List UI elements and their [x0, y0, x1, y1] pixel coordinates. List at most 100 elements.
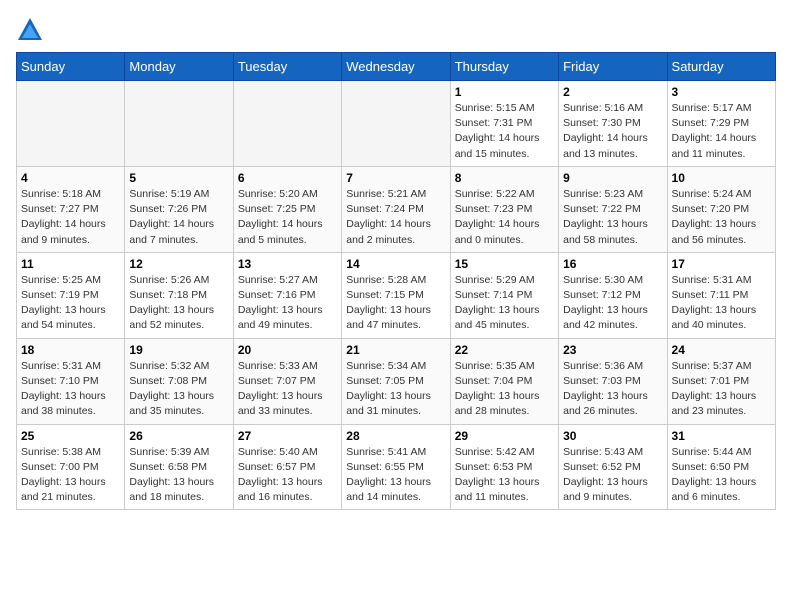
calendar-week-row: 25 Sunrise: 5:38 AM Sunset: 7:00 PM Dayli…: [17, 424, 776, 510]
day-number: 29: [455, 429, 554, 443]
day-number: 6: [238, 171, 337, 185]
day-number: 22: [455, 343, 554, 357]
day-number: 2: [563, 85, 662, 99]
calendar-cell: 4 Sunrise: 5:18 AM Sunset: 7:27 PM Daylig…: [17, 166, 125, 252]
calendar-cell: 24 Sunrise: 5:37 AM Sunset: 7:01 PM Dayli…: [667, 338, 775, 424]
day-number: 13: [238, 257, 337, 271]
calendar-cell: 17 Sunrise: 5:31 AM Sunset: 7:11 PM Dayli…: [667, 252, 775, 338]
calendar-cell: 11 Sunrise: 5:25 AM Sunset: 7:19 PM Dayli…: [17, 252, 125, 338]
calendar-cell: 22 Sunrise: 5:35 AM Sunset: 7:04 PM Dayli…: [450, 338, 558, 424]
logo-icon: [16, 16, 44, 44]
day-number: 25: [21, 429, 120, 443]
calendar-cell: 30 Sunrise: 5:43 AM Sunset: 6:52 PM Dayli…: [559, 424, 667, 510]
calendar-day-header: Saturday: [667, 53, 775, 81]
calendar-cell: [17, 81, 125, 167]
calendar-cell: 23 Sunrise: 5:36 AM Sunset: 7:03 PM Dayli…: [559, 338, 667, 424]
day-number: 16: [563, 257, 662, 271]
calendar-cell: 20 Sunrise: 5:33 AM Sunset: 7:07 PM Dayli…: [233, 338, 341, 424]
calendar-cell: 26 Sunrise: 5:39 AM Sunset: 6:58 PM Dayli…: [125, 424, 233, 510]
calendar-cell: 18 Sunrise: 5:31 AM Sunset: 7:10 PM Dayli…: [17, 338, 125, 424]
day-info: Sunrise: 5:40 AM Sunset: 6:57 PM Dayligh…: [238, 445, 337, 506]
day-number: 15: [455, 257, 554, 271]
calendar-cell: 21 Sunrise: 5:34 AM Sunset: 7:05 PM Dayli…: [342, 338, 450, 424]
day-info: Sunrise: 5:33 AM Sunset: 7:07 PM Dayligh…: [238, 359, 337, 420]
day-number: 20: [238, 343, 337, 357]
day-number: 11: [21, 257, 120, 271]
day-info: Sunrise: 5:22 AM Sunset: 7:23 PM Dayligh…: [455, 187, 554, 248]
day-number: 18: [21, 343, 120, 357]
day-info: Sunrise: 5:23 AM Sunset: 7:22 PM Dayligh…: [563, 187, 662, 248]
day-info: Sunrise: 5:41 AM Sunset: 6:55 PM Dayligh…: [346, 445, 445, 506]
day-info: Sunrise: 5:43 AM Sunset: 6:52 PM Dayligh…: [563, 445, 662, 506]
calendar-cell: 12Sunrise: 5:26 AM Sunset: 7:18 PM Dayli…: [125, 252, 233, 338]
calendar-cell: 6Sunrise: 5:20 AM Sunset: 7:25 PM Daylig…: [233, 166, 341, 252]
day-number: 23: [563, 343, 662, 357]
calendar-cell: 16Sunrise: 5:30 AM Sunset: 7:12 PM Dayli…: [559, 252, 667, 338]
calendar-cell: 8 Sunrise: 5:22 AM Sunset: 7:23 PM Daylig…: [450, 166, 558, 252]
day-info: Sunrise: 5:34 AM Sunset: 7:05 PM Dayligh…: [346, 359, 445, 420]
calendar-day-header: Thursday: [450, 53, 558, 81]
day-info: Sunrise: 5:44 AM Sunset: 6:50 PM Dayligh…: [672, 445, 771, 506]
day-number: 8: [455, 171, 554, 185]
calendar-day-header: Wednesday: [342, 53, 450, 81]
calendar-cell: [342, 81, 450, 167]
day-info: Sunrise: 5:24 AM Sunset: 7:20 PM Dayligh…: [672, 187, 771, 248]
day-info: Sunrise: 5:32 AM Sunset: 7:08 PM Dayligh…: [129, 359, 228, 420]
day-info: Sunrise: 5:37 AM Sunset: 7:01 PM Dayligh…: [672, 359, 771, 420]
day-info: Sunrise: 5:25 AM Sunset: 7:19 PM Dayligh…: [21, 273, 120, 334]
day-info: Sunrise: 5:38 AM Sunset: 7:00 PM Dayligh…: [21, 445, 120, 506]
page-header: [16, 16, 776, 44]
day-info: Sunrise: 5:28 AM Sunset: 7:15 PM Dayligh…: [346, 273, 445, 334]
day-number: 5: [129, 171, 228, 185]
day-number: 31: [672, 429, 771, 443]
day-number: 26: [129, 429, 228, 443]
day-info: Sunrise: 5:36 AM Sunset: 7:03 PM Dayligh…: [563, 359, 662, 420]
day-number: 19: [129, 343, 228, 357]
day-number: 12: [129, 257, 228, 271]
calendar-cell: 27 Sunrise: 5:40 AM Sunset: 6:57 PM Dayli…: [233, 424, 341, 510]
calendar-week-row: 4 Sunrise: 5:18 AM Sunset: 7:27 PM Daylig…: [17, 166, 776, 252]
day-info: Sunrise: 5:18 AM Sunset: 7:27 PM Dayligh…: [21, 187, 120, 248]
day-info: Sunrise: 5:29 AM Sunset: 7:14 PM Dayligh…: [455, 273, 554, 334]
day-number: 10: [672, 171, 771, 185]
logo: [16, 16, 48, 44]
calendar-day-header: Friday: [559, 53, 667, 81]
calendar-week-row: 11 Sunrise: 5:25 AM Sunset: 7:19 PM Dayli…: [17, 252, 776, 338]
calendar-cell: [125, 81, 233, 167]
day-info: Sunrise: 5:17 AM Sunset: 7:29 PM Dayligh…: [672, 101, 771, 162]
day-number: 21: [346, 343, 445, 357]
day-number: 30: [563, 429, 662, 443]
calendar-cell: 14 Sunrise: 5:28 AM Sunset: 7:15 PM Dayli…: [342, 252, 450, 338]
calendar-cell: 10 Sunrise: 5:24 AM Sunset: 7:20 PM Dayli…: [667, 166, 775, 252]
day-number: 27: [238, 429, 337, 443]
day-number: 7: [346, 171, 445, 185]
day-info: Sunrise: 5:19 AM Sunset: 7:26 PM Dayligh…: [129, 187, 228, 248]
calendar-day-header: Sunday: [17, 53, 125, 81]
day-number: 24: [672, 343, 771, 357]
day-info: Sunrise: 5:31 AM Sunset: 7:11 PM Dayligh…: [672, 273, 771, 334]
calendar-cell: 3Sunrise: 5:17 AM Sunset: 7:29 PM Daylig…: [667, 81, 775, 167]
calendar-week-row: 1Sunrise: 5:15 AM Sunset: 7:31 PM Daylig…: [17, 81, 776, 167]
day-info: Sunrise: 5:42 AM Sunset: 6:53 PM Dayligh…: [455, 445, 554, 506]
day-info: Sunrise: 5:35 AM Sunset: 7:04 PM Dayligh…: [455, 359, 554, 420]
calendar-cell: 19 Sunrise: 5:32 AM Sunset: 7:08 PM Dayli…: [125, 338, 233, 424]
calendar-cell: 5 Sunrise: 5:19 AM Sunset: 7:26 PM Daylig…: [125, 166, 233, 252]
calendar-cell: 1Sunrise: 5:15 AM Sunset: 7:31 PM Daylig…: [450, 81, 558, 167]
calendar-day-header: Tuesday: [233, 53, 341, 81]
calendar-day-header: Monday: [125, 53, 233, 81]
calendar-cell: 13Sunrise: 5:27 AM Sunset: 7:16 PM Dayli…: [233, 252, 341, 338]
calendar-cell: 2Sunrise: 5:16 AM Sunset: 7:30 PM Daylig…: [559, 81, 667, 167]
day-number: 28: [346, 429, 445, 443]
day-number: 9: [563, 171, 662, 185]
day-info: Sunrise: 5:21 AM Sunset: 7:24 PM Dayligh…: [346, 187, 445, 248]
calendar-cell: 15 Sunrise: 5:29 AM Sunset: 7:14 PM Dayli…: [450, 252, 558, 338]
calendar-cell: 25 Sunrise: 5:38 AM Sunset: 7:00 PM Dayli…: [17, 424, 125, 510]
calendar-cell: 29 Sunrise: 5:42 AM Sunset: 6:53 PM Dayli…: [450, 424, 558, 510]
day-number: 14: [346, 257, 445, 271]
day-info: Sunrise: 5:39 AM Sunset: 6:58 PM Dayligh…: [129, 445, 228, 506]
day-number: 1: [455, 85, 554, 99]
day-info: Sunrise: 5:31 AM Sunset: 7:10 PM Dayligh…: [21, 359, 120, 420]
day-number: 4: [21, 171, 120, 185]
calendar-cell: 9 Sunrise: 5:23 AM Sunset: 7:22 PM Daylig…: [559, 166, 667, 252]
day-number: 17: [672, 257, 771, 271]
